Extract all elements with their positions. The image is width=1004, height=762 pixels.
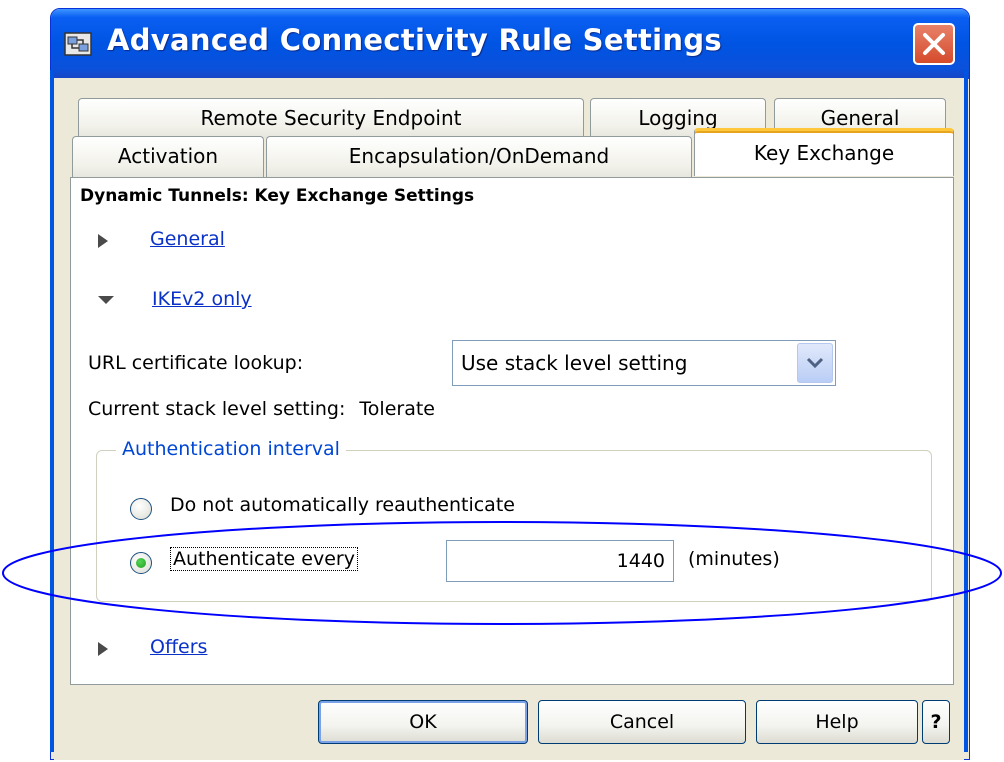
url-lookup-value: Use stack level setting xyxy=(461,351,688,375)
section-offers-link[interactable]: Offers xyxy=(150,636,207,658)
close-icon xyxy=(923,33,945,55)
window-title: Advanced Connectivity Rule Settings xyxy=(107,23,722,57)
minutes-input[interactable]: 1440 xyxy=(446,540,674,582)
radio-every-text: Authenticate every xyxy=(170,547,358,571)
tab-label: General xyxy=(820,106,900,130)
window-border-right xyxy=(964,70,968,752)
title-bar[interactable]: Advanced Connectivity Rule Settings xyxy=(51,9,969,79)
radio-authenticate-every[interactable] xyxy=(130,552,152,574)
url-lookup-select[interactable]: Use stack level setting xyxy=(452,340,836,386)
stack-setting-label-text: Current stack level setting: xyxy=(88,398,346,420)
section-ikev2-link[interactable]: IKEv2 only xyxy=(152,288,252,310)
dropdown-button[interactable] xyxy=(797,343,833,383)
collapse-down-icon[interactable] xyxy=(96,294,116,306)
tab-remote-security-endpoint[interactable]: Remote Security Endpoint xyxy=(78,98,584,138)
chevron-down-icon xyxy=(806,357,824,369)
radio-no-reauth-label[interactable]: Do not automatically reauthenticate xyxy=(170,494,515,516)
app-icon xyxy=(64,32,92,56)
radio-selected-dot xyxy=(136,558,146,568)
cancel-button[interactable]: Cancel xyxy=(538,700,746,744)
tab-key-exchange[interactable]: Key Exchange xyxy=(694,128,954,176)
context-help-button[interactable]: ? xyxy=(922,700,950,744)
url-lookup-label: URL certificate lookup: xyxy=(88,352,304,374)
tab-label: Logging xyxy=(638,106,718,130)
tab-label: Key Exchange xyxy=(753,141,895,165)
help-button[interactable]: Help xyxy=(756,700,918,744)
tab-panel-key-exchange xyxy=(70,177,954,685)
tab-activation[interactable]: Activation xyxy=(72,136,264,178)
close-button[interactable] xyxy=(913,23,955,65)
tab-encapsulation[interactable]: Encapsulation/OnDemand xyxy=(266,136,692,178)
tab-label: Activation xyxy=(117,144,219,168)
tab-label: Remote Security Endpoint xyxy=(200,106,462,130)
expand-right-icon[interactable] xyxy=(96,640,110,658)
radio-no-reauth[interactable] xyxy=(130,498,152,520)
auth-interval-title: Authentication interval xyxy=(116,438,346,460)
panel-heading: Dynamic Tunnels: Key Exchange Settings xyxy=(80,186,475,206)
radio-authenticate-every-label[interactable]: Authenticate every xyxy=(170,547,358,571)
stack-setting-value: Tolerate xyxy=(359,398,435,420)
tab-label: Encapsulation/OnDemand xyxy=(348,144,610,168)
expand-right-icon[interactable] xyxy=(96,232,110,250)
stack-setting-label: Current stack level setting: Tolerate xyxy=(88,398,435,420)
ok-button[interactable]: OK xyxy=(318,700,528,744)
section-general-link[interactable]: General xyxy=(150,228,225,250)
minutes-unit-label: (minutes) xyxy=(688,548,780,570)
